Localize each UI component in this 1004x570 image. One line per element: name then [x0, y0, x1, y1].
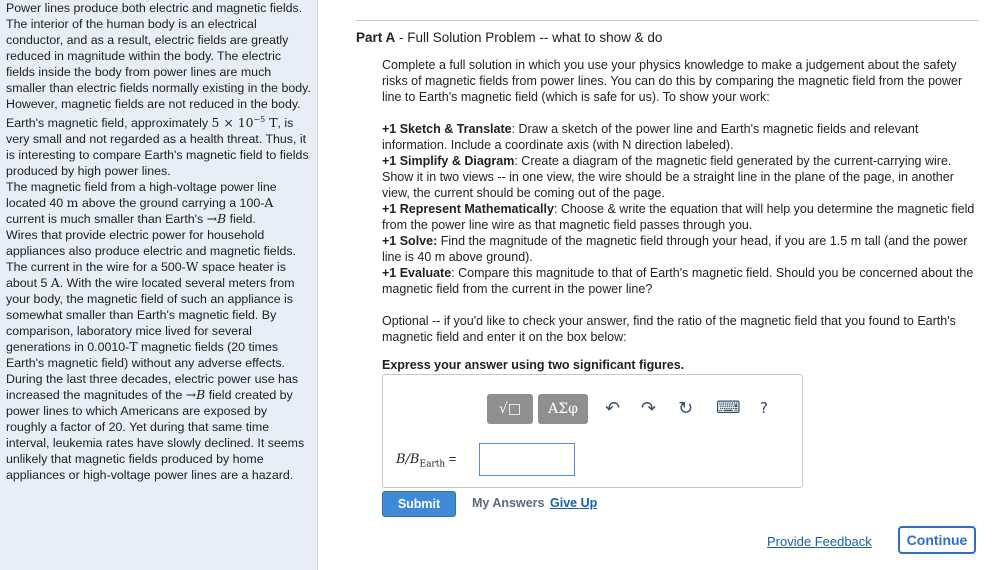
b-vector: →B	[185, 387, 206, 403]
step-solve: +1 Solve: Find the magnitude of the magn…	[382, 234, 968, 264]
step-represent: +1 Represent Mathematically: Choose & wr…	[382, 202, 975, 232]
submit-button[interactable]: Submit	[382, 491, 456, 517]
reset-icon[interactable]: ↻	[678, 398, 693, 419]
template-button[interactable]: √□	[487, 394, 533, 424]
redo-icon[interactable]: ↷	[641, 398, 656, 419]
give-up-link[interactable]: Give Up	[550, 496, 597, 510]
continue-button[interactable]: Continue	[898, 526, 976, 554]
answer-box	[382, 374, 803, 488]
intro-text: Complete a full solution in which you us…	[382, 58, 963, 104]
step-evaluate: +1 Evaluate: Compare this magnitude to t…	[382, 266, 974, 296]
paragraph-power-line: The magnetic field from a high-voltage p…	[6, 180, 277, 227]
optional-text: Optional -- if you'd like to check your …	[382, 314, 956, 344]
paragraph-intro: Power lines produce both electric and ma…	[6, 1, 311, 95]
step-simplify: +1 Simplify & Diagram: Create a diagram …	[382, 154, 954, 200]
answer-label: B/BEarth =	[396, 451, 457, 470]
answer-input[interactable]	[479, 443, 575, 476]
paragraph-household: Wires that provide electric power for ho…	[6, 228, 296, 371]
part-title: Part A - Full Solution Problem -- what t…	[356, 30, 663, 45]
undo-icon[interactable]: ↶	[605, 398, 620, 419]
my-answers-link[interactable]: My Answers	[472, 496, 544, 510]
divider	[356, 20, 978, 21]
keyboard-icon[interactable]: ⌨	[716, 398, 741, 418]
earth-field-value: 5 × 10−5 T	[211, 115, 278, 131]
paragraph-earth-field: However, magnetic fields are not reduced…	[6, 97, 309, 179]
paragraph-decades: During the last three decades, electric …	[6, 372, 305, 483]
step-sketch: +1 Sketch & Translate: Draw a sketch of …	[382, 122, 919, 152]
provide-feedback-link[interactable]: Provide Feedback	[767, 534, 872, 549]
express-instruction: Express your answer using two significan…	[382, 358, 685, 372]
instructions: Complete a full solution in which you us…	[382, 57, 978, 373]
square-root-icon: √□	[498, 401, 522, 417]
help-icon[interactable]: ?	[760, 399, 768, 417]
problem-text-panel: Power lines produce both electric and ma…	[0, 0, 318, 570]
symbols-button[interactable]: ΑΣφ	[538, 394, 588, 424]
b-vector: →B	[206, 211, 227, 227]
